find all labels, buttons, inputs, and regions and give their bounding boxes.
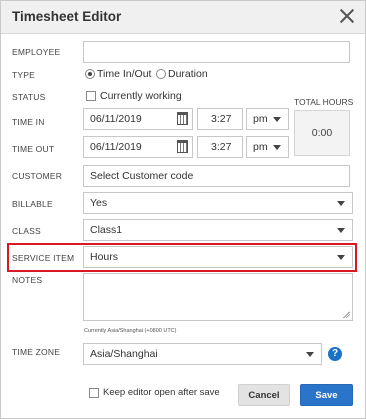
help-icon[interactable]: ? bbox=[328, 347, 342, 361]
keep-open-checkbox[interactable] bbox=[89, 388, 99, 398]
time-in-date-input[interactable]: 06/11/2019 bbox=[83, 108, 193, 130]
service-item-select[interactable]: Hours bbox=[83, 246, 353, 268]
calendar-icon[interactable] bbox=[177, 112, 188, 125]
service-item-label: SERVICE ITEM bbox=[12, 253, 75, 263]
employee-label: EMPLOYEE bbox=[12, 47, 61, 57]
calendar-icon[interactable] bbox=[177, 140, 188, 153]
type-label: TYPE bbox=[12, 70, 36, 80]
time-in-time-input[interactable]: 3:27 bbox=[197, 108, 243, 130]
currently-working-label[interactable]: Currently working bbox=[100, 90, 182, 102]
time-in-ampm-select[interactable]: pm bbox=[246, 108, 289, 130]
class-select[interactable]: Class1 bbox=[83, 219, 353, 241]
billable-label: BILLABLE bbox=[12, 199, 53, 209]
notes-textarea[interactable] bbox=[83, 273, 353, 321]
dialog-title: Timesheet Editor bbox=[12, 9, 122, 24]
radio-duration-label[interactable]: Duration bbox=[168, 68, 208, 80]
save-button[interactable]: Save bbox=[300, 384, 353, 406]
time-out-ampm-select[interactable]: pm bbox=[246, 136, 289, 158]
employee-input[interactable] bbox=[83, 41, 350, 63]
timezone-select[interactable]: Asia/Shanghai bbox=[83, 343, 322, 365]
time-in-label: TIME IN bbox=[12, 117, 45, 127]
radio-time-in-out-label[interactable]: Time In/Out bbox=[97, 68, 151, 80]
radio-time-in-out[interactable] bbox=[85, 69, 95, 79]
time-out-time-input[interactable]: 3:27 bbox=[197, 136, 243, 158]
notes-label: NOTES bbox=[12, 275, 43, 285]
total-hours-value: 0:00 bbox=[294, 110, 350, 156]
keep-open-label[interactable]: Keep editor open after save bbox=[103, 387, 220, 398]
timesheet-editor-dialog: Timesheet Editor EMPLOYEE TYPE Time In/O… bbox=[0, 0, 366, 419]
time-out-label: TIME OUT bbox=[12, 144, 55, 154]
time-out-date-value: 06/11/2019 bbox=[90, 141, 142, 153]
dialog-titlebar: Timesheet Editor bbox=[1, 1, 365, 34]
class-label: CLASS bbox=[12, 226, 41, 236]
customer-input[interactable]: Select Customer code bbox=[83, 165, 350, 187]
timezone-label: TIME ZONE bbox=[12, 347, 61, 357]
timezone-current-note: Currently Asia/Shanghai (+0800 UTC) bbox=[84, 328, 177, 334]
time-out-date-input[interactable]: 06/11/2019 bbox=[83, 136, 193, 158]
close-icon[interactable] bbox=[339, 8, 355, 24]
radio-duration[interactable] bbox=[156, 69, 166, 79]
cancel-button[interactable]: Cancel bbox=[238, 384, 290, 406]
total-hours-label: TOTAL HOURS bbox=[294, 97, 354, 107]
currently-working-checkbox[interactable] bbox=[86, 91, 96, 101]
status-label: STATUS bbox=[12, 92, 46, 102]
time-in-date-value: 06/11/2019 bbox=[90, 113, 142, 125]
resize-grip-icon[interactable] bbox=[343, 311, 350, 318]
customer-label: CUSTOMER bbox=[12, 171, 63, 181]
billable-select[interactable]: Yes bbox=[83, 192, 353, 214]
